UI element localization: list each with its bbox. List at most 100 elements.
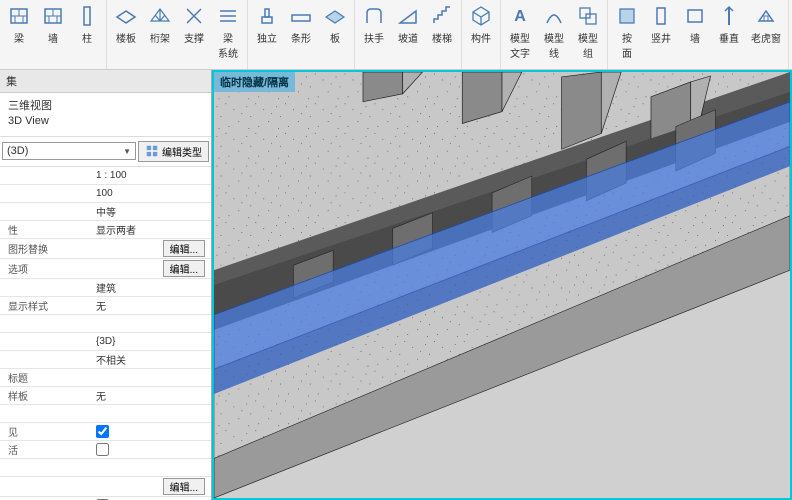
property-edit-button[interactable]: 编辑... — [163, 260, 205, 277]
wall-icon — [7, 4, 31, 28]
ribbon-slab-button[interactable]: 楼板 — [110, 2, 142, 62]
property-value[interactable]: 显示两者 — [92, 221, 211, 238]
property-checkbox[interactable] — [96, 443, 109, 456]
view-type-label: 三维视图 — [8, 99, 203, 114]
ribbon-wall2-button[interactable]: 墙 — [679, 2, 711, 62]
property-edit-button[interactable]: 编辑... — [163, 240, 205, 257]
view-dropdown[interactable]: (3D) ▼ — [2, 142, 136, 160]
ribbon-slab2-button[interactable]: 板 — [319, 2, 351, 47]
brace-icon — [182, 4, 206, 28]
ribbon-truss-button[interactable]: 桁架 — [144, 2, 176, 62]
view-dropdown-value: (3D) — [7, 145, 28, 157]
property-row[interactable] — [0, 405, 211, 423]
line-icon — [542, 4, 566, 28]
property-value[interactable] — [92, 412, 211, 414]
property-row[interactable]: 见 — [0, 423, 211, 441]
property-row[interactable]: {3D} — [0, 333, 211, 351]
property-value[interactable]: 1 : 100 — [92, 169, 211, 182]
ribbon-toolbar: 梁墙柱楼板桁架支撑梁系统独立条形板扶手坡道楼梯构件A模型文字模型线模型组按面竖井… — [0, 0, 792, 70]
ribbon-brace-button[interactable]: 支撑 — [178, 2, 210, 62]
property-row[interactable]: 编辑... — [0, 477, 211, 497]
3d-view-canvas — [214, 72, 790, 498]
property-row[interactable]: 100 — [0, 185, 211, 203]
property-value[interactable]: 无 — [92, 297, 211, 314]
property-value[interactable] — [92, 424, 211, 439]
property-value[interactable] — [92, 376, 211, 378]
ribbon-wall-button[interactable]: 墙 — [37, 2, 69, 47]
3d-viewport[interactable]: 临时隐藏/隔离 — [212, 70, 792, 500]
property-label — [0, 412, 92, 414]
property-value[interactable]: 100 — [92, 187, 211, 200]
property-row[interactable]: 样板无 — [0, 387, 211, 405]
property-value[interactable] — [92, 322, 211, 324]
ribbon-column-button[interactable]: 柱 — [71, 2, 103, 47]
property-row[interactable]: 中等 — [0, 203, 211, 221]
ribbon-line-button[interactable]: 模型线 — [538, 2, 570, 62]
property-label — [0, 210, 92, 212]
handrail-icon — [362, 4, 386, 28]
property-row[interactable]: 活 — [0, 441, 211, 459]
property-value[interactable]: 编辑... — [92, 239, 211, 258]
property-label: 显示样式 — [0, 297, 92, 314]
ribbon-strip-button[interactable]: 条形 — [285, 2, 317, 47]
property-value[interactable]: 编辑... — [92, 259, 211, 278]
property-value[interactable]: 编辑... — [92, 477, 211, 496]
strip-icon — [289, 4, 313, 28]
property-label: 选项 — [0, 260, 92, 277]
ribbon-group-button[interactable]: 模型组 — [572, 2, 604, 62]
property-label: 性 — [0, 221, 92, 238]
ribbon-isolated-button[interactable]: 独立 — [251, 2, 283, 47]
property-value[interactable]: 中等 — [92, 203, 211, 220]
group-icon — [576, 4, 600, 28]
property-row[interactable]: 显示样式无 — [0, 297, 211, 315]
svg-text:A: A — [514, 8, 526, 25]
property-checkbox[interactable] — [96, 425, 109, 438]
property-row[interactable]: 1 : 100 — [0, 167, 211, 185]
truss-icon — [148, 4, 172, 28]
property-row[interactable]: 图形替换编辑... — [0, 239, 211, 259]
view-type-info: 三维视图 3D View — [0, 93, 211, 137]
shaft-icon — [649, 4, 673, 28]
ribbon-wall-button[interactable]: 梁 — [3, 2, 35, 47]
ribbon-shaft-button[interactable]: 竖井 — [645, 2, 677, 62]
property-row[interactable] — [0, 459, 211, 477]
property-value[interactable]: {3D} — [92, 335, 211, 348]
property-row[interactable] — [0, 315, 211, 333]
property-label: 样板 — [0, 387, 92, 404]
ribbon-beam-sys-button[interactable]: 梁系统 — [212, 2, 244, 62]
property-row[interactable]: 标题 — [0, 369, 211, 387]
wall2-icon — [683, 4, 707, 28]
ribbon-face-button[interactable]: 按面 — [611, 2, 643, 62]
property-label — [0, 322, 92, 324]
slab-icon — [114, 4, 138, 28]
ribbon-handrail-button[interactable]: 扶手 — [358, 2, 390, 47]
property-label — [0, 466, 92, 468]
property-edit-button[interactable]: 编辑... — [163, 478, 205, 495]
property-label — [0, 174, 92, 176]
vertical-icon — [717, 4, 741, 28]
property-value[interactable]: 无 — [92, 387, 211, 404]
property-value[interactable] — [92, 442, 211, 457]
property-label: 标题 — [0, 369, 92, 386]
property-value[interactable]: 不相关 — [92, 351, 211, 368]
property-row[interactable]: 性显示两者 — [0, 221, 211, 239]
edit-type-button[interactable]: 编辑类型 — [138, 141, 209, 162]
panel-header: 集 — [0, 70, 211, 93]
ramp-icon — [396, 4, 420, 28]
stair-icon — [430, 4, 454, 28]
ribbon-component-button[interactable]: 构件 — [465, 2, 497, 47]
ribbon-stair-button[interactable]: 楼梯 — [426, 2, 458, 47]
ribbon-ramp-button[interactable]: 坡道 — [392, 2, 424, 47]
property-row[interactable]: 不相关 — [0, 351, 211, 369]
view-type-en: 3D View — [8, 114, 203, 129]
viewport-tag: 临时隐藏/隔离 — [214, 72, 295, 92]
property-label: 活 — [0, 441, 92, 458]
properties-list: 1 : 100100中等性显示两者图形替换编辑...选项编辑...建筑显示样式无… — [0, 167, 211, 500]
ribbon-vertical-button[interactable]: 垂直 — [713, 2, 745, 62]
property-row[interactable]: 选项 编辑... — [0, 259, 211, 279]
property-value[interactable] — [92, 466, 211, 468]
property-value[interactable]: 建筑 — [92, 279, 211, 296]
ribbon-text-button[interactable]: A模型文字 — [504, 2, 536, 62]
property-row[interactable]: 建筑 — [0, 279, 211, 297]
ribbon-dormer-button[interactable]: 老虎窗 — [747, 2, 785, 62]
